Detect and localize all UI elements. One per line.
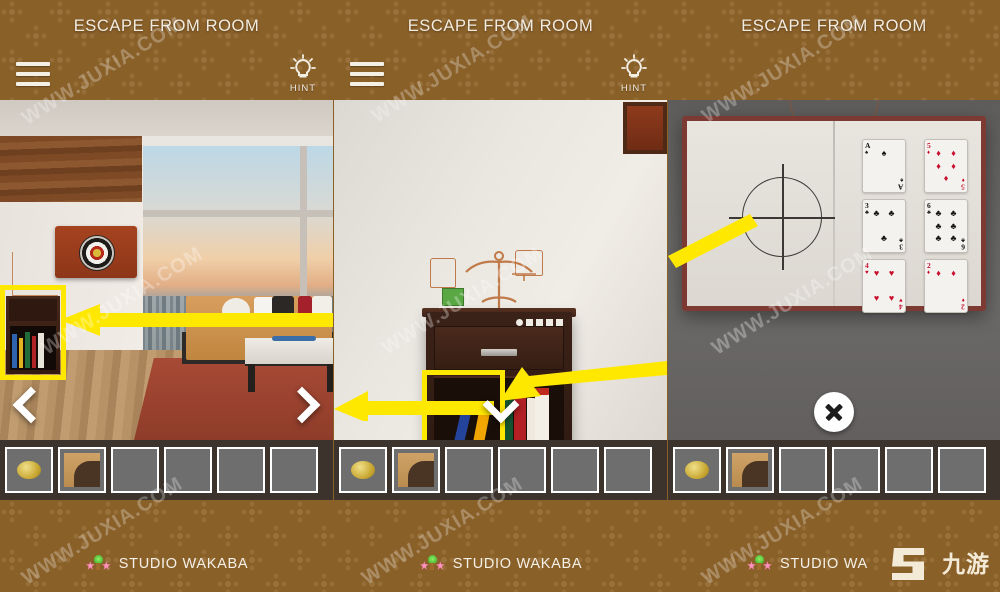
page-title-2: ESCAPE FROM ROOM: [407, 17, 594, 35]
panel-1: ESCAPE FROM ROOM HINT STUDIO WAKABA: [0, 0, 333, 592]
dartboard[interactable]: [55, 226, 137, 278]
hint-label-2: HINT: [620, 83, 648, 94]
jiuyou-mark-icon: [892, 548, 924, 580]
page-title-3: ESCAPE FROM ROOM: [741, 17, 927, 35]
hint-arrow-incoming: [668, 214, 758, 268]
wakaba-leaf-icon: [85, 555, 111, 571]
footer-3: STUDIO WA 九游: [668, 500, 1000, 592]
inventory-slot-empty-4[interactable]: [164, 447, 212, 493]
studio-name-2: STUDIO WAKABA: [452, 556, 583, 572]
inventory-slot-empty-6[interactable]: [270, 447, 318, 493]
playing-card-6-clubs: 6 ♣ 6 ♣ ♣ ♣ ♣ ♣ ♣ ♣: [924, 199, 968, 253]
inventory-slot-empty-3c[interactable]: [779, 447, 827, 493]
inventory-slot-gold-coin[interactable]: [5, 447, 53, 493]
wakaba-leaf-icon-3: [746, 555, 772, 571]
birdcage-right: [515, 250, 543, 276]
inventory-bar-2: [334, 440, 667, 500]
scene-open-book[interactable]: A ♠ A ♠ ♠ 5 ♦ 5 ♦ ♦ ♦ ♦ ♦ ♦ 3 ♣ 3 ♣ ♣ ♣ ♣ 6 ♣ 6 ♣ ♣ ♣ ♣ ♣ ♣ ♣ 4 ♥ 4 ♥ ♥ ♥ ♥ ♥ 2…: [668, 100, 1000, 440]
inventory-bar-3: [668, 440, 1000, 500]
hamburger-menu-icon-2[interactable]: [350, 62, 384, 88]
inventory-bar-1: [0, 440, 333, 500]
playing-card-2-diamonds: 2 ♦ 2 ♦ ♦ ♦: [924, 259, 968, 313]
inventory-slot-empty-5c[interactable]: [885, 447, 933, 493]
playing-card-3-clubs: 3 ♣ 3 ♣ ♣ ♣ ♣: [862, 199, 906, 253]
nav-next-button[interactable]: [283, 386, 321, 424]
highlight-box-bookshelf: [0, 285, 66, 380]
hint-button[interactable]: HINT: [280, 54, 326, 94]
panel-2: ESCAPE FROM ROOM HINT STUDIO WAKABA: [334, 0, 667, 592]
birdcage-left: [430, 258, 456, 288]
inventory-slot-stone-arch-fragment[interactable]: [58, 447, 106, 493]
inventory-slot-stone-arch-fragment-3[interactable]: [726, 447, 774, 493]
close-x-icon[interactable]: [814, 392, 854, 432]
hint-arrow-left: [60, 304, 333, 336]
jiuyou-text: 九游: [942, 551, 990, 577]
inventory-slot-empty-5[interactable]: [217, 447, 265, 493]
page-title: ESCAPE FROM ROOM: [73, 17, 260, 35]
wall-art[interactable]: [623, 102, 667, 154]
scene-living-room[interactable]: [0, 100, 333, 440]
inventory-slot-gold-coin-2[interactable]: [339, 447, 387, 493]
playing-card-A-spades: A ♠ A ♠ ♠: [862, 139, 906, 193]
wakaba-leaf-icon-2: [419, 555, 445, 571]
footer-2: STUDIO WAKABA: [334, 500, 667, 592]
inventory-slot-empty-6c[interactable]: [938, 447, 986, 493]
inventory-slot-stone-arch-fragment-2[interactable]: [392, 447, 440, 493]
inventory-slot-empty-5b[interactable]: [551, 447, 599, 493]
hint-label: HINT: [289, 83, 317, 94]
playing-cards-grid: A ♠ A ♠ ♠ 5 ♦ 5 ♦ ♦ ♦ ♦ ♦ ♦ 3 ♣ 3 ♣ ♣ ♣ ♣ 6 ♣ 6 ♣ ♣ ♣ ♣ ♣ ♣ ♣ 4 ♥ 4 ♥ ♥ ♥ ♥ ♥ 2…: [862, 139, 968, 313]
inventory-slot-empty-6b[interactable]: [604, 447, 652, 493]
studio-name-3: STUDIO WA: [780, 556, 868, 572]
playing-card-4-hearts: 4 ♥ 4 ♥ ♥ ♥ ♥ ♥: [862, 259, 906, 313]
green-box[interactable]: [442, 288, 464, 306]
hint-button-2[interactable]: HINT: [611, 54, 657, 94]
inventory-slot-empty-3[interactable]: [111, 447, 159, 493]
studio-credit-2: STUDIO WAKABA: [334, 555, 667, 572]
inventory-slot-empty-3b[interactable]: [445, 447, 493, 493]
playing-card-5-diamonds: 5 ♦ 5 ♦ ♦ ♦ ♦ ♦ ♦: [924, 139, 968, 193]
nav-prev-button[interactable]: [12, 386, 50, 424]
nav-down-button[interactable]: [482, 386, 519, 424]
lightbulb-hint-icon: [290, 54, 316, 78]
jiuyou-brand-logo: 九游: [890, 542, 994, 586]
panel-3: ESCAPE FROM ROOM A ♠ A ♠ ♠ 5 ♦ 5 ♦ ♦ ♦ ♦ ♦ ♦ 3 ♣ 3 ♣ ♣ ♣ ♣ 6 ♣…: [668, 0, 1000, 592]
hamburger-menu-icon[interactable]: [16, 62, 50, 88]
inventory-slot-gold-coin-3[interactable]: [673, 447, 721, 493]
inventory-slot-empty-4b[interactable]: [498, 447, 546, 493]
inventory-slot-empty-4c[interactable]: [832, 447, 880, 493]
footer-1: STUDIO WAKABA: [0, 500, 333, 592]
studio-credit: STUDIO WAKABA: [0, 555, 333, 572]
studio-name: STUDIO WAKABA: [118, 556, 249, 572]
screenshot-root: ESCAPE FROM ROOM HINT STUDIO WAKABA ESCA…: [0, 0, 1000, 592]
lightbulb-hint-icon-2: [621, 54, 647, 78]
